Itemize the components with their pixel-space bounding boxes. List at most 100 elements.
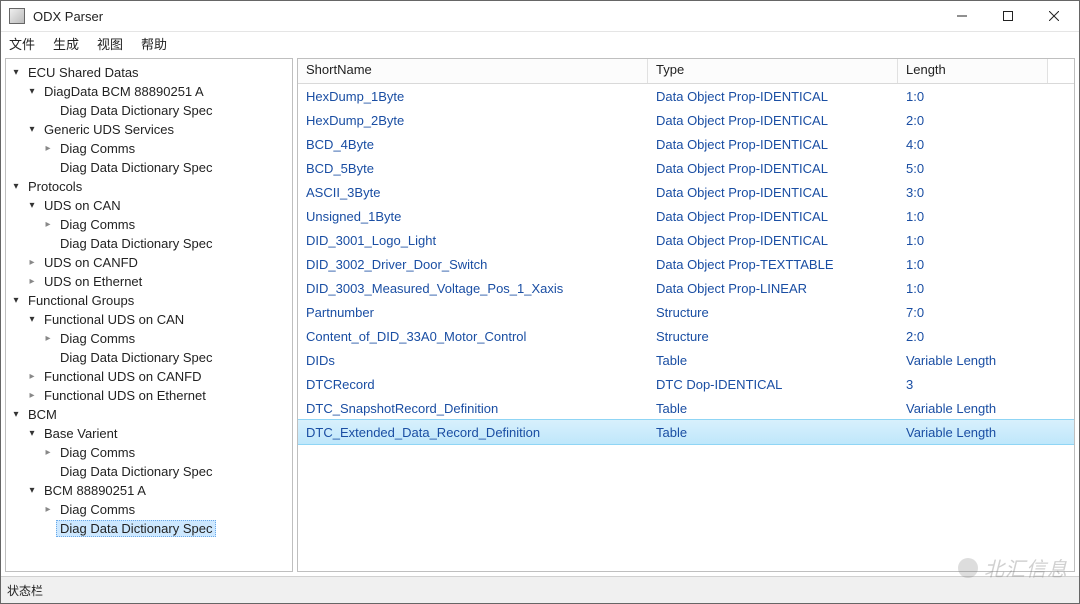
tree-label[interactable]: Functional UDS on CANFD xyxy=(41,369,205,384)
tree-label[interactable]: Diag Comms xyxy=(57,445,138,460)
tree-node[interactable]: Diag Data Dictionary Spec xyxy=(40,158,290,177)
tree-node[interactable]: ▾Functional UDS on CAN ▸Diag Comms Diag Da… xyxy=(24,310,290,367)
minimize-button[interactable] xyxy=(939,1,985,31)
tree-label[interactable]: Diag Data Dictionary Spec xyxy=(57,160,215,175)
table-row[interactable]: DID_3001_Logo_LightData Object Prop-IDEN… xyxy=(298,228,1074,252)
tree-label[interactable]: UDS on Ethernet xyxy=(41,274,145,289)
chevron-down-icon[interactable]: ▾ xyxy=(10,181,22,193)
tree-label[interactable]: Diag Data Dictionary Spec xyxy=(57,464,215,479)
table-row[interactable]: DTC_Extended_Data_Record_DefinitionTable… xyxy=(298,419,1074,445)
tree-label[interactable]: Diag Data Dictionary Spec xyxy=(57,103,215,118)
chevron-right-icon[interactable]: ▸ xyxy=(42,143,54,155)
tree-node[interactable]: ▸UDS on CANFD xyxy=(24,253,290,272)
tree-node[interactable]: ▸Diag Comms xyxy=(40,500,290,519)
chevron-down-icon[interactable]: ▾ xyxy=(26,314,38,326)
tree-label[interactable]: Diag Comms xyxy=(57,502,138,517)
tree-label[interactable]: Functional Groups xyxy=(25,293,137,308)
menu-generate[interactable]: 生成 xyxy=(53,34,79,53)
tree-label[interactable]: Diag Comms xyxy=(57,217,138,232)
col-length[interactable]: Length xyxy=(898,59,1048,83)
table-body[interactable]: HexDump_1ByteData Object Prop-IDENTICAL1… xyxy=(298,84,1074,571)
chevron-right-icon[interactable]: ▸ xyxy=(42,447,54,459)
tree-label[interactable]: Functional UDS on Ethernet xyxy=(41,388,209,403)
table-row[interactable]: BCD_4ByteData Object Prop-IDENTICAL4:0 xyxy=(298,132,1074,156)
col-type[interactable]: Type xyxy=(648,59,898,83)
chevron-down-icon[interactable]: ▾ xyxy=(10,409,22,421)
tree-label[interactable]: BCM xyxy=(25,407,60,422)
table-row[interactable]: HexDump_1ByteData Object Prop-IDENTICAL1… xyxy=(298,84,1074,108)
cell-type: Structure xyxy=(648,329,898,344)
tree-label[interactable]: Protocols xyxy=(25,179,85,194)
table-row[interactable]: DID_3003_Measured_Voltage_Pos_1_XaxisDat… xyxy=(298,276,1074,300)
close-button[interactable] xyxy=(1031,1,1077,31)
chevron-right-icon[interactable]: ▸ xyxy=(26,257,38,269)
chevron-right-icon[interactable]: ▸ xyxy=(42,504,54,516)
tree-label[interactable]: Diag Data Dictionary Spec xyxy=(57,236,215,251)
chevron-right-icon[interactable]: ▸ xyxy=(26,371,38,383)
tree-node[interactable]: ▾ECU Shared Datas▾DiagData BCM 88890251 … xyxy=(8,63,290,177)
table-row[interactable]: Unsigned_1ByteData Object Prop-IDENTICAL… xyxy=(298,204,1074,228)
table-row[interactable]: Content_of_DID_33A0_Motor_ControlStructu… xyxy=(298,324,1074,348)
tree-node[interactable]: ▾DiagData BCM 88890251 A Diag Data Dictio… xyxy=(24,82,290,120)
tree-node[interactable]: ▾Generic UDS Services ▸Diag Comms Diag Dat… xyxy=(24,120,290,177)
tree-node[interactable]: ▾BCM 88890251 A▸Diag CommsDiag Data Dict… xyxy=(24,481,290,538)
tree-node[interactable]: ▾Functional Groups▾Functional UDS on CAN… xyxy=(8,291,290,405)
table-row[interactable]: DTC_SnapshotRecord_DefinitionTableVariab… xyxy=(298,396,1074,420)
tree-label[interactable]: Base Varient xyxy=(41,426,120,441)
tree-node[interactable]: Diag Data Dictionary Spec xyxy=(40,519,290,538)
maximize-button[interactable] xyxy=(985,1,1031,31)
tree-label[interactable]: Diag Comms xyxy=(57,331,138,346)
tree-node[interactable]: Diag Data Dictionary Spec xyxy=(40,101,290,120)
tree-node[interactable]: ▾BCM▾Base Varient▸Diag CommsDiag Data Di… xyxy=(8,405,290,538)
tree-node[interactable]: ▸Functional UDS on Ethernet xyxy=(24,386,290,405)
tree-node[interactable]: ▸UDS on Ethernet xyxy=(24,272,290,291)
menu-file[interactable]: 文件 xyxy=(9,34,35,53)
tree-panel[interactable]: ▾ECU Shared Datas▾DiagData BCM 88890251 … xyxy=(5,58,293,572)
tree-node[interactable]: Diag Data Dictionary Spec xyxy=(40,348,290,367)
table-row[interactable]: HexDump_2ByteData Object Prop-IDENTICAL2… xyxy=(298,108,1074,132)
tree-label[interactable]: UDS on CANFD xyxy=(41,255,141,270)
tree-node[interactable]: Diag Data Dictionary Spec xyxy=(40,462,290,481)
chevron-right-icon[interactable]: ▸ xyxy=(42,219,54,231)
tree-label[interactable]: ECU Shared Datas xyxy=(25,65,142,80)
menu-view[interactable]: 视图 xyxy=(97,34,123,53)
tree-label[interactable]: BCM 88890251 A xyxy=(41,483,149,498)
chevron-down-icon[interactable]: ▾ xyxy=(26,485,38,497)
cell-type: Data Object Prop-IDENTICAL xyxy=(648,161,898,176)
tree-node[interactable]: ▸Diag Comms xyxy=(40,139,290,158)
chevron-right-icon[interactable]: ▸ xyxy=(42,333,54,345)
tree-node[interactable]: ▸Functional UDS on CANFD xyxy=(24,367,290,386)
tree-node[interactable]: ▸Diag Comms xyxy=(40,329,290,348)
chevron-down-icon[interactable]: ▾ xyxy=(26,86,38,98)
chevron-down-icon[interactable]: ▾ xyxy=(26,124,38,136)
table-row[interactable]: ASCII_3ByteData Object Prop-IDENTICAL3:0 xyxy=(298,180,1074,204)
tree-node[interactable]: ▸Diag Comms xyxy=(40,443,290,462)
tree-node[interactable]: ▸Diag Comms xyxy=(40,215,290,234)
tree-node[interactable]: ▾Base Varient ▸Diag Comms Diag Data Dictio… xyxy=(24,424,290,481)
tree-label[interactable]: Diag Data Dictionary Spec xyxy=(56,520,216,537)
chevron-down-icon[interactable]: ▾ xyxy=(10,295,22,307)
table-row[interactable]: BCD_5ByteData Object Prop-IDENTICAL5:0 xyxy=(298,156,1074,180)
table-row[interactable]: DTCRecordDTC Dop-IDENTICAL3 xyxy=(298,372,1074,396)
chevron-right-icon[interactable]: ▸ xyxy=(26,276,38,288)
chevron-down-icon[interactable]: ▾ xyxy=(10,67,22,79)
tree-label[interactable]: UDS on CAN xyxy=(41,198,124,213)
cell-length: 2:0 xyxy=(898,113,1048,128)
tree-label[interactable]: Functional UDS on CAN xyxy=(41,312,187,327)
col-shortname[interactable]: ShortName xyxy=(298,59,648,83)
tree-label[interactable]: Diag Comms xyxy=(57,141,138,156)
chevron-down-icon[interactable]: ▾ xyxy=(26,428,38,440)
table-row[interactable]: DIDsTableVariable Length xyxy=(298,348,1074,372)
menu-help[interactable]: 帮助 xyxy=(141,34,167,53)
tree-node[interactable]: ▾UDS on CAN ▸Diag Comms Diag Data Dictiona… xyxy=(24,196,290,253)
table-row[interactable]: PartnumberStructure7:0 xyxy=(298,300,1074,324)
tree-label[interactable]: Diag Data Dictionary Spec xyxy=(57,350,215,365)
tree-label[interactable]: DiagData BCM 88890251 A xyxy=(41,84,207,99)
table-row[interactable]: DID_3002_Driver_Door_SwitchData Object P… xyxy=(298,252,1074,276)
tree-node[interactable]: ▾Protocols▾UDS on CAN▸Diag CommsDiag Dat… xyxy=(8,177,290,291)
tree-label[interactable]: Generic UDS Services xyxy=(41,122,177,137)
chevron-right-icon[interactable]: ▸ xyxy=(26,390,38,402)
chevron-down-icon[interactable]: ▾ xyxy=(26,200,38,212)
tree-node[interactable]: Diag Data Dictionary Spec xyxy=(40,234,290,253)
tree-toggle-empty xyxy=(42,352,54,364)
